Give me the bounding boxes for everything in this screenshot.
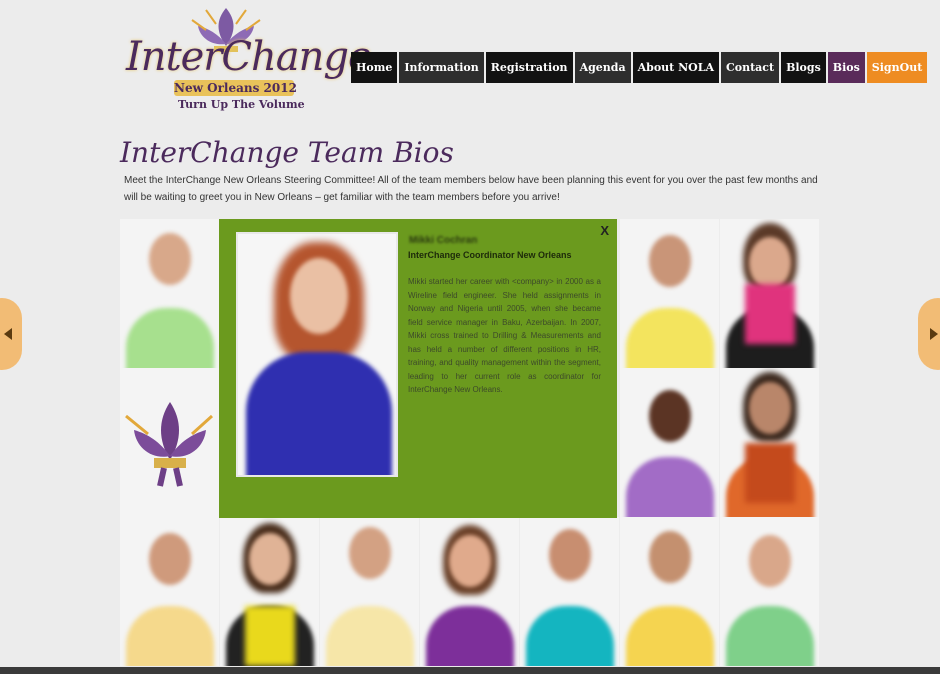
person-scarf <box>744 443 795 503</box>
nav-home[interactable]: Home <box>351 52 398 83</box>
team-photo[interactable] <box>120 219 219 368</box>
team-photo[interactable] <box>720 517 819 666</box>
person-scarf <box>744 284 795 344</box>
prev-arrow-button[interactable] <box>0 298 22 370</box>
person-shirt <box>625 457 714 517</box>
logo[interactable]: InterChange New Orleans 2012 Turn Up The… <box>122 6 372 116</box>
team-photo[interactable] <box>720 368 819 517</box>
logo-tagline: Turn Up The Volume <box>178 98 305 111</box>
next-arrow-button[interactable] <box>918 298 940 370</box>
person-head <box>748 382 791 434</box>
person-head <box>548 529 591 581</box>
person-head <box>148 233 191 285</box>
team-photo[interactable] <box>120 517 219 666</box>
main-nav: Home Information Registration Agenda Abo… <box>351 52 929 83</box>
team-photo-logo[interactable] <box>120 368 219 517</box>
person-head <box>448 535 491 587</box>
nav-information[interactable]: Information <box>399 52 484 83</box>
team-photo[interactable] <box>720 219 819 368</box>
person-scarf <box>244 606 295 666</box>
person-head <box>748 237 791 289</box>
person-head <box>148 533 191 585</box>
person-head <box>648 531 691 583</box>
person-shirt <box>246 352 392 475</box>
person-shirt <box>625 606 714 666</box>
team-photo[interactable] <box>620 517 719 666</box>
nav-contact[interactable]: Contact <box>721 52 780 83</box>
person-shirt <box>325 606 414 666</box>
person-head <box>248 533 291 585</box>
nav-agenda[interactable]: Agenda <box>574 52 631 83</box>
person-head <box>648 235 691 287</box>
team-photo[interactable] <box>520 517 619 666</box>
person-shirt <box>625 308 714 368</box>
nav-bios[interactable]: Bios <box>827 52 865 83</box>
bio-popup: X Mikki Cochran InterChange Coordinator … <box>219 219 617 518</box>
team-photo[interactable] <box>620 219 719 368</box>
team-photo[interactable] <box>220 517 319 666</box>
bottom-bar <box>0 667 940 674</box>
nav-blogs[interactable]: Blogs <box>781 52 826 83</box>
page-title: InterChange Team Bios <box>120 136 454 169</box>
bio-role: InterChange Coordinator New Orleans <box>408 250 572 260</box>
logo-subtitle: New Orleans 2012 <box>174 80 297 96</box>
close-button[interactable]: X <box>600 223 609 238</box>
person-head <box>648 390 691 442</box>
chevron-right-icon <box>930 328 938 340</box>
person-shirt <box>425 606 514 666</box>
intro-text: Meet the InterChange New Orleans Steerin… <box>124 175 818 203</box>
bio-text: Mikki started her career with <company> … <box>408 277 601 394</box>
bio-photo <box>236 232 398 477</box>
bio-name: Mikki Cochran <box>409 235 478 246</box>
person-shirt <box>525 606 614 666</box>
nav-signout[interactable]: SignOut <box>866 52 928 83</box>
fleur-de-lis-icon <box>125 402 214 487</box>
person-shirt <box>125 606 214 666</box>
team-photo[interactable] <box>420 517 519 666</box>
chevron-left-icon <box>4 328 12 340</box>
team-photo[interactable] <box>620 368 719 517</box>
nav-about-nola[interactable]: About NOLA <box>632 52 719 83</box>
logo-wordmark: InterChange <box>126 34 372 80</box>
person-head <box>348 527 391 579</box>
person-shirt <box>725 606 814 666</box>
team-photo[interactable] <box>320 517 419 666</box>
person-head <box>748 535 791 587</box>
person-shirt <box>125 308 214 368</box>
nav-registration[interactable]: Registration <box>485 52 573 83</box>
person-head <box>290 258 348 334</box>
